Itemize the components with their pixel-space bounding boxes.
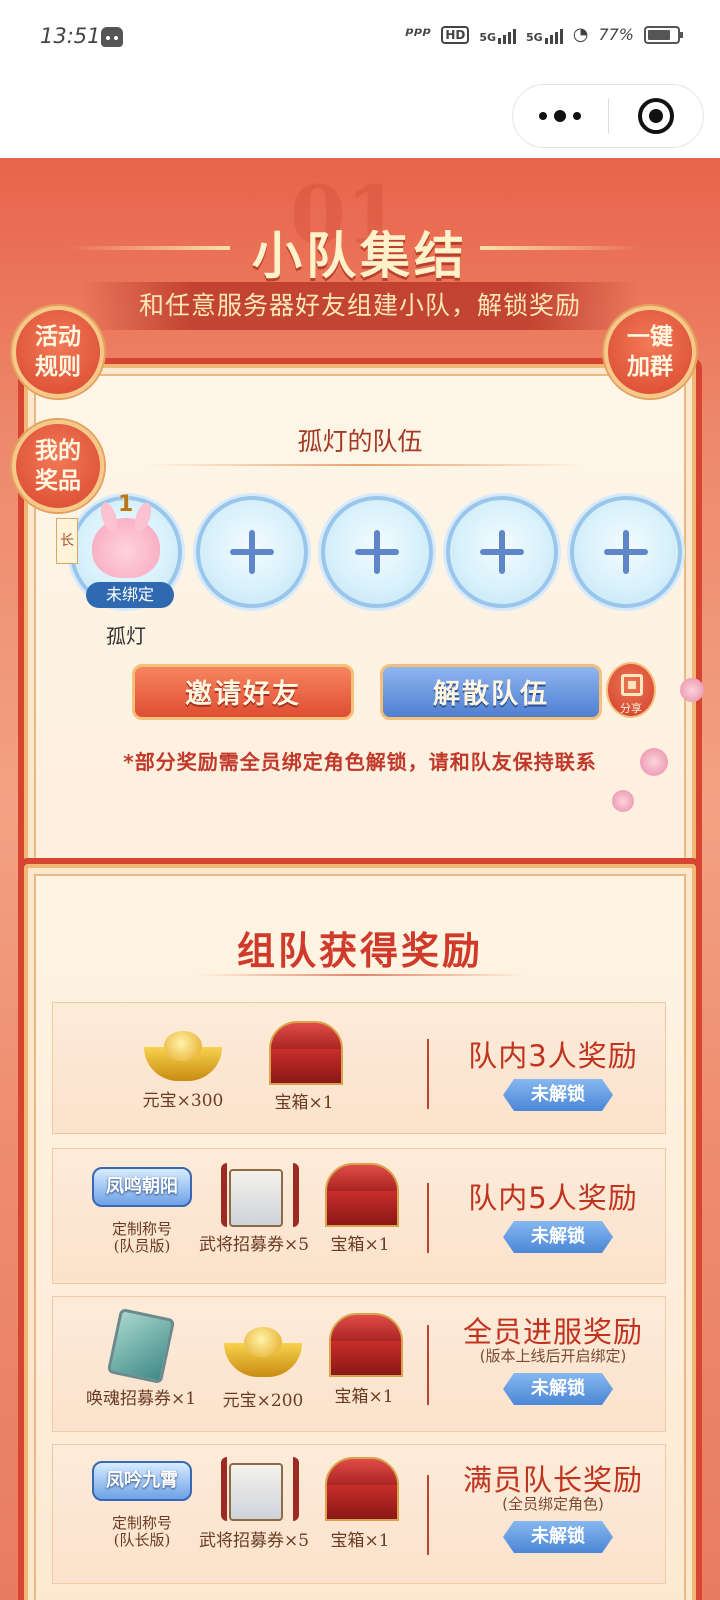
reward-tier-subtitle: (版本上线后开启绑定) — [479, 1347, 627, 1365]
rewards-card: 组队获得奖励 元宝×300 宝箱×1 队内3人奖励 未解锁 凤鸣朝阳 定制称号 … — [18, 858, 702, 1600]
signal-brand-icon: ᵖᵖᵖ — [405, 24, 432, 45]
page-subtitle: 和任意服务器好友组建小队，解锁奖励 — [80, 282, 640, 330]
reward-item: 宝箱×1 — [249, 1021, 359, 1113]
chest-icon — [267, 1021, 343, 1085]
reward-tier-full-leader: 凤吟九霄 定制称号 (队长版) 武将招募券×5 宝箱×1 满员队长奖励 (全员绑… — [52, 1444, 666, 1584]
rewards-title-divider — [196, 974, 526, 976]
reward-item: 凤吟九霄 定制称号 (队长版) — [77, 1461, 207, 1549]
reward-tier-title: 队内5人奖励 — [468, 1181, 638, 1215]
reward-tier-subtitle: (全员绑定角色) — [502, 1495, 604, 1513]
leader-badge: 长 — [56, 518, 78, 564]
blossom-decoration-icon — [680, 678, 704, 702]
team-slot-empty[interactable] — [321, 496, 433, 608]
close-target-icon[interactable] — [608, 85, 703, 147]
invite-friends-button[interactable]: 邀请好友 — [132, 664, 354, 720]
team-slot-empty[interactable] — [570, 496, 682, 608]
chest-icon — [323, 1457, 399, 1521]
reward-item: 武将招募券×5 — [189, 1457, 319, 1551]
mini-program-capsule — [512, 84, 704, 148]
reward-divider — [427, 1183, 429, 1253]
reward-item: 元宝×200 — [203, 1321, 323, 1411]
reward-tier-all-join: 唤魂招募券×1 元宝×200 宝箱×1 全员进服奖励 (版本上线后开启绑定) 未… — [52, 1296, 666, 1432]
status-right: ᵖᵖᵖ HD 5G 5G ◔ 77% — [405, 24, 683, 45]
reward-item: 凤鸣朝阳 定制称号 (队员版) — [77, 1167, 207, 1255]
reward-item-label: 宝箱×1 — [274, 1093, 334, 1113]
binding-note: *部分奖励需全员绑定角色解锁，请和队友保持联系 — [123, 750, 597, 774]
disband-team-button[interactable]: 解散队伍 — [380, 664, 602, 720]
reward-item: 宝箱×1 — [309, 1313, 419, 1407]
reward-tier-5: 凤鸣朝阳 定制称号 (队员版) 武将招募券×5 宝箱×1 队内5人奖励 未解锁 — [52, 1148, 666, 1284]
rewards-title: 组队获得奖励 — [236, 928, 483, 973]
network-5g-icon: 5G — [479, 26, 517, 44]
wifi-icon: ◔ — [572, 24, 589, 45]
scroll-icon — [219, 1457, 299, 1521]
reward-item-label: 宝箱×1 — [330, 1235, 390, 1255]
add-member-plus-icon — [480, 530, 524, 574]
battery-percent: 77% — [598, 25, 634, 44]
reward-item-label: 武将招募券×5 — [198, 1531, 310, 1551]
team-name: 孤灯的队伍 — [297, 427, 423, 456]
hd-icon: HD — [441, 25, 470, 44]
leader-name: 孤灯 — [106, 624, 146, 648]
team-slot-empty[interactable] — [446, 496, 558, 608]
leader-avatar — [92, 518, 160, 578]
reward-item: 宝箱×1 — [305, 1457, 415, 1551]
chest-icon — [323, 1163, 399, 1227]
team-slot-empty[interactable] — [196, 496, 308, 608]
team-name-divider — [146, 464, 586, 466]
reward-divider — [427, 1475, 429, 1555]
battery-icon — [644, 25, 683, 44]
ingot-icon — [144, 1025, 222, 1083]
locked-button[interactable]: 未解锁 — [503, 1221, 613, 1253]
add-member-plus-icon — [230, 530, 274, 574]
title-badge-icon: 凤吟九霄 — [92, 1461, 192, 1501]
reward-item-label: 唤魂招募券×1 — [85, 1389, 197, 1409]
join-group-button[interactable]: 一键 加群 — [604, 306, 696, 398]
status-bar: 13:51 ᵖᵖᵖ HD 5G 5G ◔ 77% — [0, 0, 720, 76]
reward-item: 元宝×300 — [123, 1025, 243, 1111]
reward-item-label: 宝箱×1 — [334, 1387, 394, 1407]
unbound-tag: 未绑定 — [86, 582, 174, 608]
add-member-plus-icon — [355, 530, 399, 574]
reward-tier-title: 队内3人奖励 — [468, 1039, 638, 1073]
network-5g-2-icon: 5G — [526, 26, 563, 44]
notification-bot-icon — [101, 27, 123, 47]
reward-item-label: 宝箱×1 — [330, 1531, 390, 1551]
reward-divider — [427, 1325, 429, 1405]
locked-button[interactable]: 未解锁 — [503, 1079, 613, 1111]
activity-rules-button[interactable]: 活动 规则 — [12, 306, 104, 398]
ticket-icon — [106, 1307, 176, 1385]
qr-code-icon — [621, 674, 643, 696]
scroll-icon — [219, 1163, 299, 1227]
team-member-leader[interactable]: 1 长 未绑定 — [56, 492, 182, 608]
more-dots-icon[interactable] — [513, 85, 608, 147]
chest-icon — [327, 1313, 403, 1377]
page-title: 小队集结 — [252, 226, 468, 285]
ingot-icon — [224, 1321, 302, 1379]
share-button[interactable]: 分享 — [606, 662, 656, 718]
my-prizes-button[interactable]: 我的 奖品 — [12, 420, 104, 512]
add-member-plus-icon — [604, 530, 648, 574]
reward-item-label: 元宝×300 — [142, 1091, 224, 1111]
rewards-card-inner: 组队获得奖励 元宝×300 宝箱×1 队内3人奖励 未解锁 凤鸣朝阳 定制称号 … — [34, 874, 686, 1600]
locked-button[interactable]: 未解锁 — [503, 1521, 613, 1553]
reward-item-label: 元宝×200 — [222, 1391, 304, 1411]
reward-tier-3: 元宝×300 宝箱×1 队内3人奖励 未解锁 — [52, 1002, 666, 1134]
status-time: 13:51 — [40, 24, 101, 48]
leader-rank: 1 — [118, 492, 134, 517]
blossom-decoration-icon — [612, 790, 634, 812]
reward-item-label: 武将招募券×5 — [198, 1235, 310, 1255]
reward-item: 武将招募券×5 — [189, 1163, 319, 1255]
reward-item: 唤魂招募券×1 — [73, 1307, 209, 1409]
share-label: 分享 — [620, 702, 642, 715]
title-badge-icon: 凤鸣朝阳 — [92, 1167, 192, 1207]
app-header — [0, 76, 720, 158]
activity-page: 01 小队集结 和任意服务器好友组建小队，解锁奖励 孤灯的队伍 1 长 未绑定 … — [0, 158, 720, 1600]
reward-divider — [427, 1039, 429, 1109]
blossom-decoration-icon — [640, 748, 668, 776]
reward-item-label: 定制称号 (队长版) — [111, 1514, 172, 1549]
reward-item: 宝箱×1 — [305, 1163, 415, 1255]
locked-button[interactable]: 未解锁 — [503, 1373, 613, 1405]
reward-item-label: 定制称号 (队员版) — [111, 1220, 172, 1255]
